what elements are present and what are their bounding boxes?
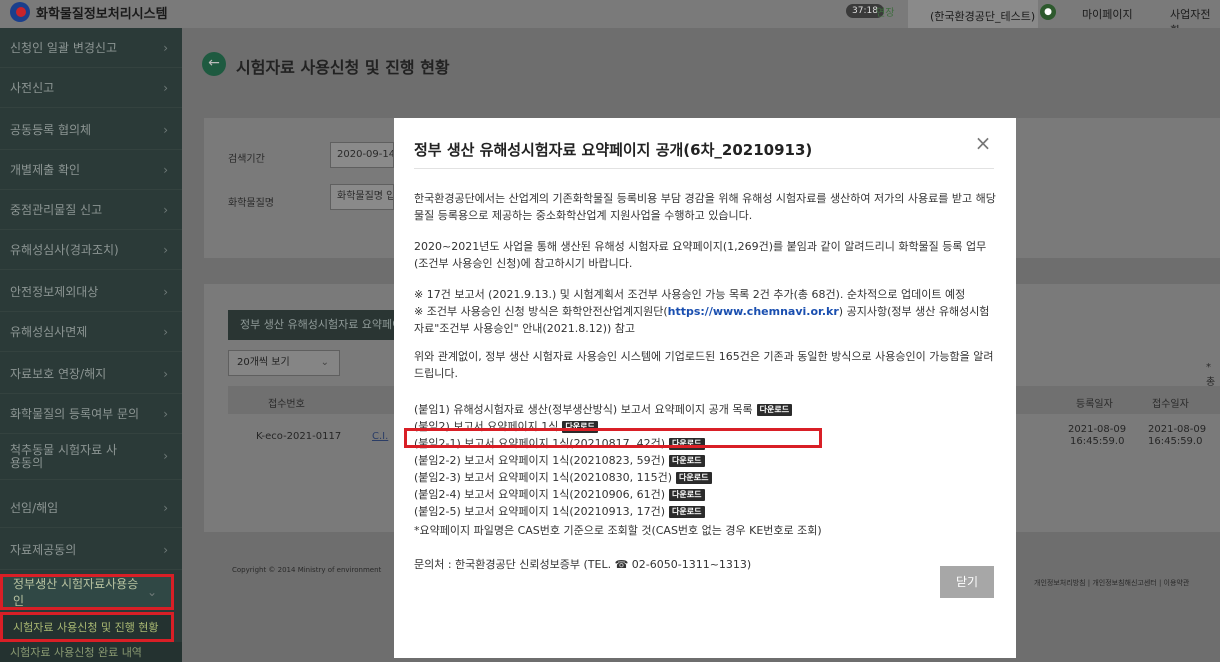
back-arrow-icon[interactable]: ←: [202, 52, 226, 76]
period-start-input[interactable]: 2020-09-14: [330, 142, 394, 168]
chevron-right-icon: ›: [163, 500, 168, 515]
chem-name-label: 화학물질명: [228, 198, 274, 209]
chemnavi-link[interactable]: https://www.chemnavi.or.kr: [668, 305, 839, 318]
download-button-2-2[interactable]: 다운로드: [669, 455, 705, 467]
sidebar-item-joint-registration[interactable]: 공동등록 협의체 ›: [0, 110, 182, 150]
user-name: (한국환경공단_테스트): [930, 10, 1036, 23]
download-button-1[interactable]: 다운로드: [756, 404, 793, 416]
chevron-down-icon: ⌄: [146, 585, 157, 599]
attachment-2-2: (붙임2-2) 보고서 요약페이지 1식(20210823, 59건) 다운로드: [414, 454, 705, 468]
period-label: 검색기간: [228, 154, 265, 165]
logo-text: 화학물질정보처리시스템: [36, 6, 168, 22]
sidebar-sub-application-done[interactable]: 시험자료 사용신청 완료 내역: [0, 642, 182, 662]
sidebar-item-safety-exclusion[interactable]: 안전정보제외대상 ›: [0, 272, 182, 312]
download-button-2-3[interactable]: 다운로드: [676, 472, 712, 484]
sidebar-item-priority-substance[interactable]: 중점관리물질 신고 ›: [0, 190, 182, 230]
col-rcpt-date: 접수일자: [1152, 399, 1189, 410]
chevron-right-icon: ›: [163, 162, 168, 177]
chevron-right-icon: ›: [163, 324, 168, 339]
download-button-2-5[interactable]: 다운로드: [669, 506, 705, 518]
sidebar: 신청인 일괄 변경신고 › 사전신고 › 공동등록 협의체 › 개별제출 확인 › 중점…: [0, 28, 182, 662]
sidebar-sub-application-status[interactable]: 시험자료 사용신청 및 진행 현황: [0, 612, 174, 642]
modal-paragraph-summary: 2020~2021년도 사업을 통해 생산된 유해성 시험자료 요약페이지(1,…: [414, 240, 987, 270]
contact-info: 문의처 : 한국환경공단 신뢰성보증부 (TEL. ☎ 02-6050-1311…: [414, 558, 752, 571]
attachment-2-3: (붙임2-3) 보고서 요약페이지 1식(20210830, 115건) 다운로드: [414, 471, 712, 485]
chevron-right-icon: ›: [163, 366, 168, 381]
chem-name-input[interactable]: 화학물질명 입력: [330, 184, 394, 210]
sidebar-item-review-exemption[interactable]: 유해성심사면제 ›: [0, 312, 182, 352]
top-bar: 화학물질정보처리시스템 37:18 연장 (한국환경공단_테스트) ● 마이페이…: [0, 0, 1220, 37]
close-icon[interactable]: ×: [972, 132, 994, 154]
logo-icon: [10, 2, 30, 22]
chevron-right-icon: ›: [163, 80, 168, 95]
notice-modal: 정부 생산 유해성시험자료 요약페이지 공개(6차_20210913) × 한국…: [394, 118, 1016, 658]
sidebar-item-gov-test-data[interactable]: 정부생산 시험자료사용승인 ⌄: [0, 574, 174, 610]
sidebar-item-pre-report[interactable]: 사전신고 ›: [0, 68, 182, 108]
chevron-right-icon: ›: [163, 242, 168, 257]
sidebar-item-hazard-review[interactable]: 유해성심사(경과조치) ›: [0, 230, 182, 270]
row-chem-link[interactable]: C.I.: [372, 431, 388, 442]
chevron-right-icon: ›: [163, 122, 168, 137]
chevron-down-icon: ⌄: [320, 357, 329, 368]
row-reg-time: 16:45:59.0: [1070, 436, 1125, 447]
sidebar-item-individual-submit[interactable]: 개별제출 확인 ›: [0, 150, 182, 190]
download-button-2-4[interactable]: 다운로드: [669, 489, 705, 501]
highlight-box: [404, 428, 822, 448]
modal-paragraph-intro: 한국환경공단에서는 산업계의 기존화학물질 등록비용 부담 경감을 위해 유해성…: [414, 192, 996, 222]
modal-divider: [414, 168, 994, 169]
footer-links[interactable]: 개인정보처리방침 | 개인정보침해신고센터 | 이용약관: [1034, 578, 1189, 588]
chevron-right-icon: ›: [163, 284, 168, 299]
user-avatar-icon[interactable]: ●: [1040, 4, 1056, 20]
col-receipt-no: 접수번호: [268, 399, 305, 410]
row-rcpt-date: 2021-08-09: [1148, 424, 1207, 435]
extend-session-button[interactable]: 연장: [876, 4, 894, 19]
sidebar-item-bulk-change[interactable]: 신청인 일괄 변경신고 ›: [0, 28, 182, 68]
modal-title: 정부 생산 유해성시험자료 요약페이지 공개(6차_20210913): [414, 141, 813, 159]
attachment-1: (붙임1) 유해성시험자료 생산(정부생산방식) 보고서 요약페이지 공개 목록…: [414, 403, 793, 417]
footer-copyright: Copyright © 2014 Ministry of environment: [232, 566, 382, 574]
chevron-right-icon: ›: [163, 406, 168, 421]
chevron-right-icon: ›: [163, 542, 168, 557]
page-title: 시험자료 사용신청 및 진행 현황: [236, 58, 450, 77]
sidebar-item-appointment[interactable]: 선임/해임 ›: [0, 488, 182, 528]
page-size-select[interactable]: 20개씩 보기 ⌄: [228, 350, 340, 376]
cas-note: *요약페이지 파일명은 CAS번호 기준으로 조회할 것(CAS번호 없는 경우…: [414, 524, 822, 537]
sidebar-item-registration-inquiry[interactable]: 화학물질의 등록여부 문의 ›: [0, 394, 182, 434]
close-modal-button[interactable]: 닫기: [940, 566, 994, 598]
chevron-right-icon: ›: [163, 449, 168, 463]
site-logo[interactable]: 화학물질정보처리시스템: [10, 0, 168, 24]
row-rcpt-time: 16:45:59.0: [1148, 436, 1203, 447]
chevron-right-icon: ›: [163, 202, 168, 217]
row-receipt-no: K-eco-2021-0117: [256, 431, 342, 442]
col-reg-date: 등록일자: [1076, 399, 1113, 410]
row-reg-date: 2021-08-09: [1068, 424, 1127, 435]
sidebar-item-data-protection[interactable]: 자료보호 연장/해지 ›: [0, 354, 182, 394]
modal-paragraph-notes: ※ 17건 보고서 (2021.9.13.) 및 시험계획서 조건부 사용승인 …: [414, 288, 990, 335]
sidebar-item-data-consent[interactable]: 자료제공동의 ›: [0, 530, 182, 570]
gov-summary-tab[interactable]: 정부 생산 유해성시험자료 요약페이지 공개: [228, 310, 394, 340]
chevron-right-icon: ›: [163, 40, 168, 55]
attachment-2-4: (붙임2-4) 보고서 요약페이지 1식(20210906, 61건) 다운로드: [414, 488, 705, 502]
sidebar-item-vertebrate-consent[interactable]: 척추동물 시험자료 사용동의 ›: [0, 434, 182, 480]
mypage-link[interactable]: 마이페이지: [1082, 6, 1133, 22]
attachment-2-5: (붙임2-5) 보고서 요약페이지 1식(20210913, 17건) 다운로드: [414, 505, 705, 519]
total-count: * 총: [1206, 362, 1216, 388]
modal-paragraph-existing: 위와 관계없이, 정부 생산 시험자료 사용승인 시스템에 기업로드된 165건…: [414, 350, 994, 380]
